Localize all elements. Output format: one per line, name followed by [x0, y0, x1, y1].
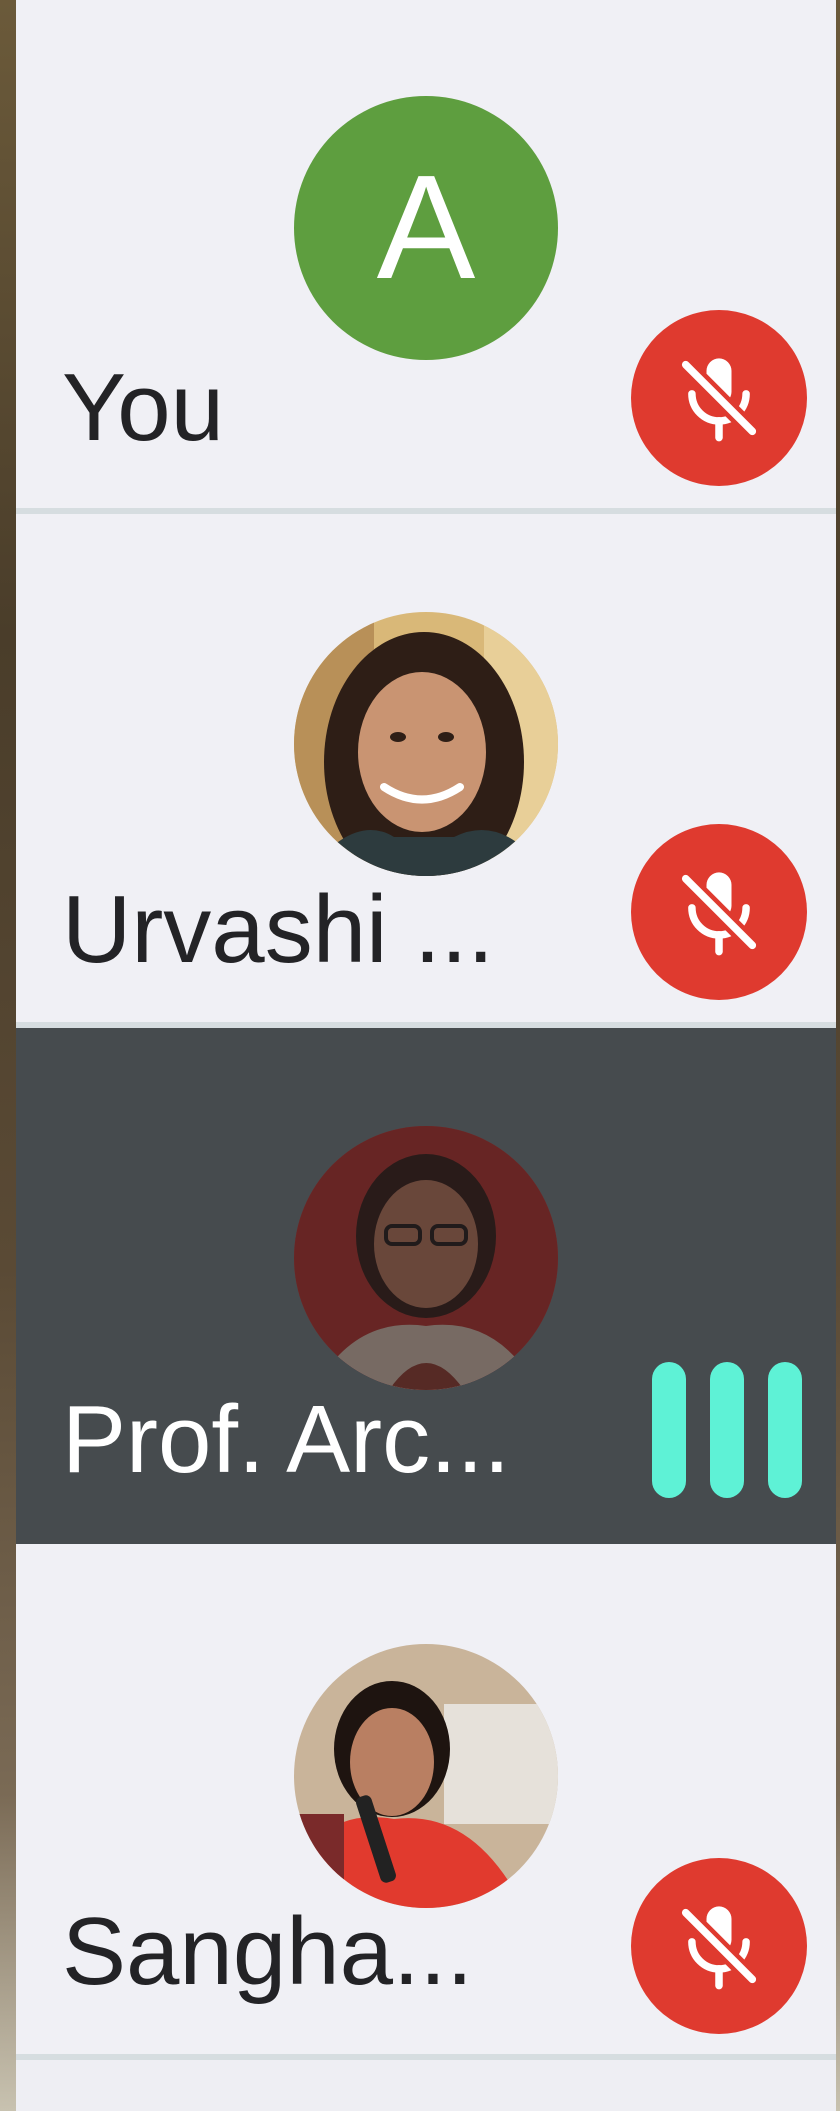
participant-tile-active-speaker[interactable]: Prof. Arc...	[16, 1028, 836, 1544]
mic-off-icon[interactable]	[631, 824, 807, 1000]
avatar	[294, 612, 558, 876]
avatar-initial: A	[376, 145, 476, 310]
divider	[16, 2054, 836, 2060]
participant-list: A You Urvashi ... Prof. Arc... Sangha...	[16, 0, 836, 2111]
mic-off-icon[interactable]	[631, 310, 807, 486]
audio-level-bar	[710, 1362, 744, 1498]
audio-level-icon	[652, 1362, 802, 1498]
avatar	[294, 1644, 558, 1908]
participant-tile[interactable]: A You	[16, 0, 836, 510]
participant-name: Urvashi ...	[62, 876, 495, 983]
participant-name: You	[62, 354, 224, 461]
avatar	[294, 1126, 558, 1390]
participant-tile[interactable]: Sangha...	[16, 1544, 836, 2054]
participant-name: Prof. Arc...	[62, 1386, 511, 1493]
mic-off-icon[interactable]	[631, 1858, 807, 2034]
participant-tile[interactable]: Urvashi ...	[16, 514, 836, 1024]
audio-level-bar	[768, 1362, 802, 1498]
avatar: A	[294, 96, 558, 360]
audio-level-bar	[652, 1362, 686, 1498]
participant-name: Sangha...	[62, 1898, 473, 2005]
